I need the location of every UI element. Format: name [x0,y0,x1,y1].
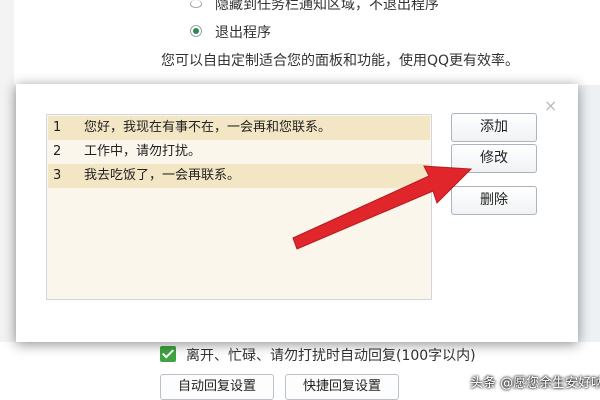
watermark-text: 头条 @愿您余生安好呐 [470,376,600,391]
annotation-arrow-icon [292,165,473,250]
